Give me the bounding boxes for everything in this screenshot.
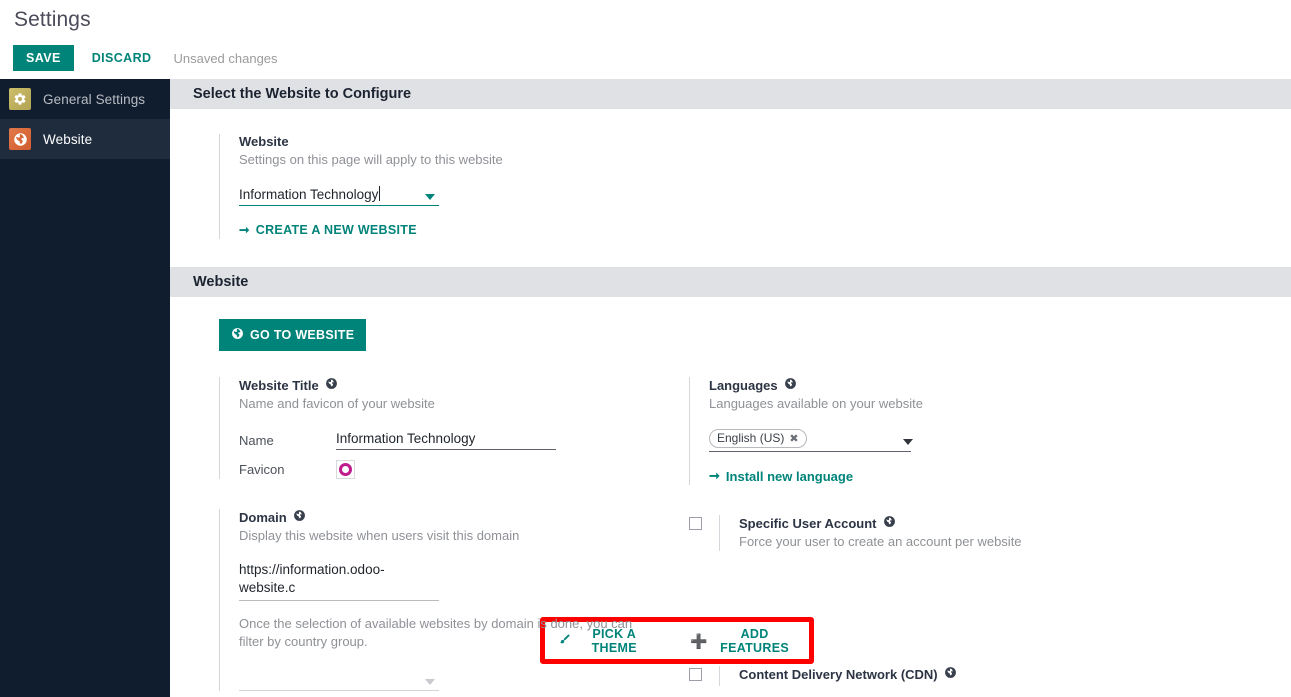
favicon-image[interactable]	[336, 460, 355, 479]
section-header-website: Website	[170, 267, 1291, 297]
globe-badge-icon	[325, 377, 338, 393]
globe-badge-icon	[784, 377, 797, 393]
install-new-language-label: Install new language	[725, 468, 854, 484]
website-name-label: Name	[239, 433, 274, 448]
favicon-row: Favicon	[239, 460, 689, 479]
go-to-website-button[interactable]: GO TO WEBSITE	[219, 319, 367, 351]
website-title-block: Website Title Name and favicon of your w…	[219, 377, 689, 479]
website-selector-block: Website Settings on this page will apply…	[219, 134, 1291, 239]
chevron-down-icon[interactable]	[425, 679, 435, 685]
go-to-website-label: GO TO WEBSITE	[250, 328, 355, 342]
website-selector-title: Website	[239, 134, 289, 149]
language-tag-label: English (US)	[717, 431, 785, 445]
settings-content: Select the Website to Configure Website …	[170, 79, 1291, 697]
globe-icon	[9, 128, 31, 150]
languages-description: Languages available on your website	[709, 396, 923, 411]
settings-column-left: Website Title Name and favicon of your w…	[219, 377, 689, 697]
chevron-down-icon[interactable]	[903, 439, 913, 445]
add-features-button[interactable]: ➕ ADD FEATURES	[680, 619, 806, 663]
domain-row-wrapper: Domain Display this website when users v…	[219, 509, 689, 691]
specific-user-account-description: Force your user to create an account per…	[739, 534, 1022, 549]
specific-user-account-checkbox-wrap	[689, 515, 719, 551]
website-title-label: Website Title	[239, 377, 319, 393]
text-cursor	[379, 186, 381, 201]
sidebar-item-label: Website	[43, 131, 93, 147]
country-group-select[interactable]	[239, 671, 439, 691]
languages-label: Languages	[709, 377, 778, 393]
domain-input[interactable]: https://information.odoo-website.c	[239, 562, 385, 595]
website-selector-description: Settings on this page will apply to this…	[239, 152, 503, 167]
cdn-checkbox[interactable]	[689, 668, 702, 681]
chevron-down-icon[interactable]	[425, 194, 435, 200]
domain-description: Display this website when users visit th…	[239, 528, 520, 543]
languages-select[interactable]: English (US) ✖	[709, 429, 913, 452]
page-title: Settings	[14, 8, 91, 31]
sidebar-item-label: General Settings	[43, 91, 146, 107]
arrow-right-icon: ➞	[239, 223, 250, 237]
globe-badge-icon	[944, 666, 957, 682]
domain-heading: Domain	[239, 509, 689, 525]
specific-user-account-heading: Specific User Account	[739, 515, 1159, 531]
arrow-right-icon: ➞	[709, 468, 720, 483]
languages-heading: Languages	[709, 377, 1159, 393]
section-body-website: GO TO WEBSITE PICK A THEME ➕ ADD FEATURE…	[170, 297, 1291, 697]
favicon-ring-icon	[339, 463, 352, 476]
close-icon[interactable]: ✖	[789, 432, 798, 445]
specific-user-account-label: Specific User Account	[739, 515, 877, 531]
create-new-website-label: CREATE A NEW WEBSITE	[255, 222, 417, 237]
top-bar: Settings SAVE DISCARD Unsaved changes	[0, 0, 1291, 79]
website-select-value[interactable]: Information Technology	[239, 187, 378, 205]
globe-small-icon	[231, 327, 244, 343]
unsaved-changes-status: Unsaved changes	[173, 50, 278, 66]
sidebar-item-website[interactable]: Website	[0, 119, 170, 159]
website-name-input[interactable]: Information Technology	[336, 431, 556, 450]
plus-icon: ➕	[690, 632, 709, 649]
save-button[interactable]: SAVE	[13, 45, 74, 71]
languages-block: Languages Languages available on your we…	[689, 377, 1159, 485]
action-bar: SAVE DISCARD Unsaved changes	[13, 45, 278, 71]
website-action-buttons: GO TO WEBSITE PICK A THEME ➕ ADD FEATURE…	[219, 319, 1291, 664]
cdn-checkbox-wrap	[689, 666, 719, 686]
domain-block: Domain Display this website when users v…	[219, 509, 689, 691]
favicon-label: Favicon	[239, 462, 285, 477]
specific-user-account-checkbox[interactable]	[689, 517, 702, 530]
cdn-block: Content Delivery Network (CDN)	[719, 666, 1159, 686]
gear-icon	[9, 88, 31, 110]
specific-user-account-row: Specific User Account Force your user to…	[689, 515, 1159, 551]
specific-user-account-block: Specific User Account Force your user to…	[719, 515, 1159, 551]
section-header-select-website: Select the Website to Configure	[170, 79, 1291, 109]
sidebar-item-general-settings[interactable]: General Settings	[0, 79, 170, 119]
website-name-row: Name Information Technology	[239, 431, 689, 450]
settings-page: Settings SAVE DISCARD Unsaved changes Ge…	[0, 0, 1291, 697]
website-title-heading: Website Title	[239, 377, 689, 393]
sidebar: General Settings Website	[0, 79, 170, 697]
globe-badge-icon	[883, 515, 896, 531]
cdn-heading: Content Delivery Network (CDN)	[739, 666, 1159, 682]
domain-note: Once the selection of available websites…	[239, 616, 633, 649]
section-body-select-website: Website Settings on this page will apply…	[170, 109, 1291, 267]
cdn-label: Content Delivery Network (CDN)	[739, 666, 938, 682]
create-new-website-link[interactable]: ➞ CREATE A NEW WEBSITE	[239, 222, 417, 238]
install-new-language-link[interactable]: ➞ Install new language	[709, 468, 853, 484]
website-title-description: Name and favicon of your website	[239, 396, 435, 411]
cdn-row: Content Delivery Network (CDN)	[689, 666, 1159, 686]
language-tag[interactable]: English (US) ✖	[709, 429, 807, 448]
globe-badge-icon	[293, 509, 306, 525]
add-features-label: ADD FEATURES	[720, 626, 789, 655]
discard-button[interactable]: DISCARD	[88, 45, 156, 71]
domain-label: Domain	[239, 509, 287, 525]
